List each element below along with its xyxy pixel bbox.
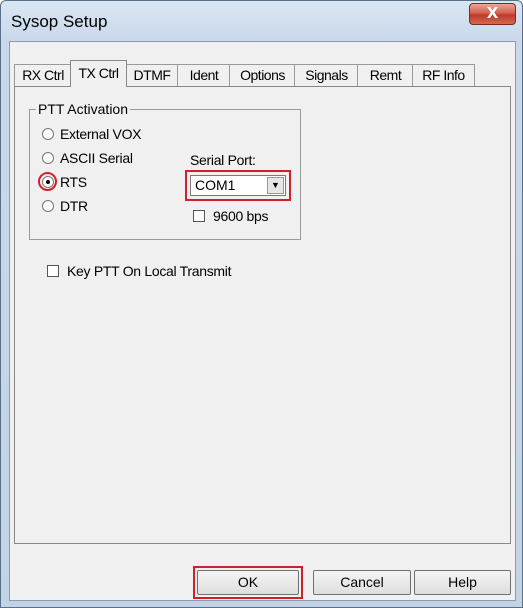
radio-button[interactable] xyxy=(42,128,54,140)
serial-port-select[interactable]: COM1 ▼ xyxy=(190,175,286,196)
radio-label-external-vox: External VOX xyxy=(60,126,142,142)
window-title: Sysop Setup xyxy=(11,12,108,31)
tab-options[interactable]: Options xyxy=(229,64,296,86)
ok-button[interactable]: OK xyxy=(197,570,299,595)
serial-port-label: Serial Port: xyxy=(190,152,256,168)
tab-remt[interactable]: Remt xyxy=(357,64,414,86)
key-ptt-checkbox-row[interactable]: Key PTT On Local Transmit xyxy=(47,263,232,279)
serial-port-value: COM1 xyxy=(195,177,236,193)
key-ptt-label: Key PTT On Local Transmit xyxy=(67,263,232,279)
baud-9600-checkbox[interactable] xyxy=(193,210,205,222)
tx-ctrl-panel: PTT Activation External VOX ASCII Serial… xyxy=(14,86,511,544)
close-button[interactable]: X xyxy=(469,3,516,25)
radio-dtr[interactable]: DTR xyxy=(42,196,88,216)
close-icon: X xyxy=(486,4,499,22)
radio-button[interactable] xyxy=(42,152,54,164)
baud-9600-label: 9600 bps xyxy=(213,208,269,224)
serial-port-highlight: COM1 ▼ xyxy=(185,170,291,201)
ptt-activation-legend: PTT Activation xyxy=(36,101,131,117)
tab-strip: RX Ctrl TX Ctrl DTMF Ident Options Signa… xyxy=(14,60,514,87)
cancel-button[interactable]: Cancel xyxy=(313,570,411,595)
tab-tx-ctrl[interactable]: TX Ctrl xyxy=(70,60,127,87)
title-bar[interactable]: Sysop Setup X xyxy=(1,1,522,41)
sysop-setup-window: Sysop Setup X RX Ctrl TX Ctrl DTMF Ident… xyxy=(0,0,523,608)
highlight-ring xyxy=(38,172,57,191)
radio-label-rts: RTS xyxy=(60,174,87,190)
tab-signals[interactable]: Signals xyxy=(294,64,359,86)
tab-dtmf[interactable]: DTMF xyxy=(125,64,179,86)
ptt-activation-group: PTT Activation External VOX ASCII Serial… xyxy=(29,101,301,240)
radio-external-vox[interactable]: External VOX xyxy=(42,124,142,144)
tab-rx-ctrl[interactable]: RX Ctrl xyxy=(14,64,72,86)
tab-ident[interactable]: Ident xyxy=(177,64,231,86)
key-ptt-checkbox[interactable] xyxy=(47,265,59,277)
chevron-down-icon[interactable]: ▼ xyxy=(267,177,284,194)
radio-rts[interactable]: RTS xyxy=(38,172,87,192)
dialog-client-area: RX Ctrl TX Ctrl DTMF Ident Options Signa… xyxy=(9,41,516,601)
radio-label-dtr: DTR xyxy=(60,198,88,214)
baud-9600-checkbox-row[interactable]: 9600 bps xyxy=(193,208,269,224)
tab-rf-info[interactable]: RF Info xyxy=(412,64,475,86)
radio-button[interactable] xyxy=(42,200,54,212)
radio-label-ascii-serial: ASCII Serial xyxy=(60,150,133,166)
help-button[interactable]: Help xyxy=(414,570,511,595)
radio-ascii-serial[interactable]: ASCII Serial xyxy=(42,148,133,168)
